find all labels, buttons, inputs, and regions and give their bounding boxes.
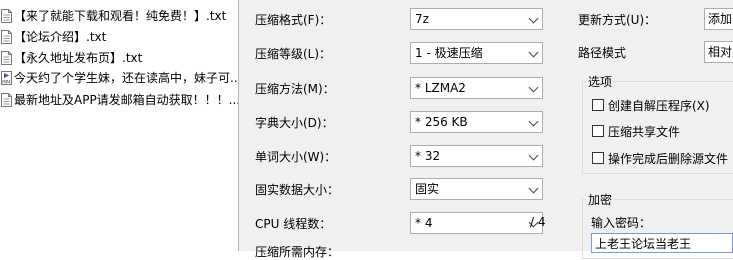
file-name: 【论坛介绍】.txt: [14, 30, 107, 44]
svg-text:MP4: MP4: [2, 80, 11, 85]
level-label: 压缩等级(L)：: [255, 47, 332, 61]
chevron-down-icon: [528, 150, 539, 161]
path-mode-label: 路径模式: [578, 46, 627, 60]
delete-after-checkbox[interactable]: [592, 152, 604, 164]
solid-block-select[interactable]: 固实: [410, 178, 543, 200]
shared-files-checkbox[interactable]: [592, 125, 604, 137]
chevron-down-icon: [528, 183, 539, 194]
delete-after-checkbox-label: 操作完成后删除源文件: [608, 152, 729, 166]
dictionary-label: 字典大小(D)：: [255, 116, 334, 130]
level-select[interactable]: 1 - 极速压缩: [410, 42, 543, 64]
word-size-label: 单词大小(W)：: [255, 150, 337, 164]
path-mode-select[interactable]: 相对: [704, 41, 733, 63]
file-name: 【来了就能下载和观看！纯免费！】.txt: [14, 9, 227, 23]
file-list: 【来了就能下载和观看！纯免费！】.txt 【论坛介绍】.txt 【永久地址发布页…: [0, 0, 238, 251]
encryption-group-title: 加密: [586, 191, 615, 208]
password-input[interactable]: 上老王论坛当老王: [591, 233, 733, 253]
update-mode-select[interactable]: 添加: [704, 8, 733, 30]
file-name: 【永久地址发布页】.txt: [14, 51, 143, 65]
method-label: 压缩方法(M)：: [255, 82, 335, 96]
solid-block-label: 固实数据大小：: [255, 183, 340, 197]
text-file-icon: [1, 9, 12, 23]
options-group-title: 选项: [586, 73, 615, 90]
file-name: 最新地址及APP请发邮箱自动获取！！！...: [14, 93, 238, 107]
compression-dialog: 压缩格式(F)： 7z 压缩等级(L)： 1 - 极速压缩 压缩方法(M)： *…: [239, 0, 733, 259]
word-size-select[interactable]: * 32: [410, 145, 543, 167]
chevron-down-icon: [528, 47, 539, 58]
format-select[interactable]: 7z: [410, 8, 543, 30]
text-file-icon: [1, 30, 12, 44]
chevron-down-icon: [528, 13, 539, 24]
file-name: 今天约了个学生妹，还在读高中，妹子可...: [14, 71, 238, 85]
dictionary-select[interactable]: * 256 KB: [410, 111, 543, 133]
sfx-checkbox[interactable]: [592, 99, 604, 111]
cpu-threads-select[interactable]: * 4: [410, 212, 543, 234]
shared-files-checkbox-label: 压缩共享文件: [608, 125, 681, 139]
sfx-checkbox-label: 创建自解压程序(X): [608, 99, 710, 113]
method-select[interactable]: * LZMA2: [410, 77, 543, 99]
memory-label: 压缩所需内存：: [255, 245, 340, 259]
mp4-file-icon: MP4: [1, 71, 12, 85]
text-file-icon: [1, 93, 12, 107]
update-mode-label: 更新方式(U)：: [578, 13, 657, 27]
chevron-down-icon: [528, 82, 539, 93]
chevron-down-icon: [528, 116, 539, 127]
password-label: 输入密码：: [591, 216, 652, 230]
cpu-threads-label: CPU 线程数：: [255, 217, 332, 231]
text-file-icon: [1, 51, 12, 65]
format-label: 压缩格式(F)：: [255, 13, 332, 27]
cpu-threads-total: / 4: [530, 215, 546, 229]
